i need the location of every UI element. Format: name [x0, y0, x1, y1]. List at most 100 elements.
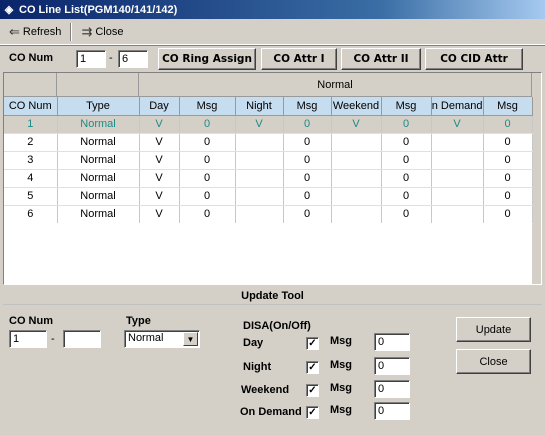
type-cell[interactable]: Normal [57, 205, 140, 224]
disa-weekend-checkbox[interactable]: ✓ [306, 384, 319, 397]
chevron-down-icon[interactable]: ▼ [183, 332, 198, 346]
table-row[interactable]: 5 Normal V 0 0 0 0 [4, 187, 533, 206]
co-cid-attr-button[interactable]: CO CID Attr [425, 48, 523, 70]
day-msg-cell[interactable]: 0 [179, 151, 236, 170]
disa-on-demand-msg-input[interactable]: 0 [374, 402, 410, 420]
weekend-msg-cell[interactable]: 0 [381, 187, 432, 206]
disa-day-msg-input[interactable]: 0 [374, 333, 410, 351]
table-row[interactable]: 6 Normal V 0 0 0 0 [4, 205, 533, 224]
day-msg-cell[interactable]: 0 [179, 187, 236, 206]
update-co-from-input[interactable]: 1 [9, 330, 47, 348]
type-cell[interactable]: Normal [57, 169, 140, 188]
night-cell[interactable] [235, 151, 284, 170]
day-msg-cell[interactable]: 0 [179, 115, 236, 134]
refresh-button[interactable]: ⇐ Refresh [4, 21, 66, 42]
day-cell[interactable]: V [139, 133, 180, 152]
co-attr-i-button[interactable]: CO Attr I [261, 48, 337, 70]
co-num-cell[interactable]: 3 [4, 151, 58, 170]
type-cell[interactable]: Normal [57, 115, 140, 134]
table-row[interactable]: 4 Normal V 0 0 0 0 [4, 169, 533, 188]
disa-day-checkbox[interactable]: ✓ [306, 337, 319, 350]
weekend-msg-cell[interactable]: 0 [381, 133, 432, 152]
on-demand-cell[interactable] [431, 133, 484, 152]
weekend-cell[interactable] [331, 133, 382, 152]
day-cell[interactable]: V [139, 151, 180, 170]
col-header-on-demand[interactable]: On Demand [431, 97, 484, 116]
night-msg-cell[interactable]: 0 [283, 169, 332, 188]
night-msg-cell[interactable]: 0 [283, 205, 332, 224]
co-num-cell[interactable]: 6 [4, 205, 58, 224]
co-num-cell[interactable]: 4 [4, 169, 58, 188]
co-attr-ii-button[interactable]: CO Attr II [341, 48, 421, 70]
col-header-day-msg[interactable]: Msg [179, 97, 236, 116]
day-msg-cell[interactable]: 0 [179, 205, 236, 224]
night-msg-cell[interactable]: 0 [283, 151, 332, 170]
close-toolbar-button[interactable]: ⇉ Close [76, 21, 128, 42]
on-demand-cell[interactable] [431, 205, 484, 224]
co-ring-assign-button[interactable]: CO Ring Assign [158, 48, 256, 70]
col-header-co-num[interactable]: CO Num [4, 97, 58, 116]
weekend-cell[interactable] [331, 187, 382, 206]
weekend-msg-cell[interactable]: 0 [381, 115, 432, 134]
weekend-cell[interactable] [331, 151, 382, 170]
col-header-day[interactable]: Day [139, 97, 180, 116]
on-demand-cell[interactable] [431, 151, 484, 170]
close-button[interactable]: Close [456, 349, 531, 374]
col-header-night[interactable]: Night [235, 97, 284, 116]
night-msg-cell[interactable]: 0 [283, 187, 332, 206]
co-num-cell[interactable]: 1 [4, 115, 58, 134]
night-msg-cell[interactable]: 0 [283, 115, 332, 134]
col-header-weekend[interactable]: Weekend [331, 97, 382, 116]
col-header-on-demand-msg[interactable]: Msg [483, 97, 533, 116]
weekend-cell[interactable] [331, 169, 382, 188]
disa-night-checkbox[interactable]: ✓ [306, 361, 319, 374]
weekend-cell[interactable]: V [331, 115, 382, 134]
on-demand-msg-cell[interactable]: 0 [483, 115, 533, 134]
night-cell[interactable] [235, 133, 284, 152]
weekend-msg-cell[interactable]: 0 [381, 169, 432, 188]
disa-day-label: Day [243, 337, 264, 349]
on-demand-msg-cell[interactable]: 0 [483, 169, 533, 188]
night-cell[interactable] [235, 187, 284, 206]
night-cell[interactable]: V [235, 115, 284, 134]
disa-night-msg-input[interactable]: 0 [374, 357, 410, 375]
weekend-cell[interactable] [331, 205, 382, 224]
disa-weekend-msg-input[interactable]: 0 [374, 380, 410, 398]
on-demand-msg-cell[interactable]: 0 [483, 205, 533, 224]
update-co-to-input[interactable] [63, 330, 101, 348]
day-msg-cell[interactable]: 0 [179, 169, 236, 188]
weekend-msg-cell[interactable]: 0 [381, 205, 432, 224]
table-row[interactable]: 3 Normal V 0 0 0 0 [4, 151, 533, 170]
on-demand-cell[interactable] [431, 187, 484, 206]
night-cell[interactable] [235, 205, 284, 224]
night-cell[interactable] [235, 169, 284, 188]
col-header-type[interactable]: Type [57, 97, 140, 116]
col-header-night-msg[interactable]: Msg [283, 97, 332, 116]
type-cell[interactable]: Normal [57, 133, 140, 152]
co-num-cell[interactable]: 5 [4, 187, 58, 206]
day-cell[interactable]: V [139, 115, 180, 134]
co-num-from-input[interactable]: 1 [76, 50, 106, 68]
on-demand-cell[interactable]: V [431, 115, 484, 134]
on-demand-msg-cell[interactable]: 0 [483, 133, 533, 152]
day-msg-cell[interactable]: 0 [179, 133, 236, 152]
day-cell[interactable]: V [139, 205, 180, 224]
on-demand-msg-cell[interactable]: 0 [483, 187, 533, 206]
disa-on-demand-checkbox[interactable]: ✓ [306, 406, 319, 419]
weekend-msg-cell[interactable]: 0 [381, 151, 432, 170]
table-row[interactable]: 1 Normal V 0 V 0 V 0 V 0 [4, 115, 533, 134]
type-cell[interactable]: Normal [57, 187, 140, 206]
table-row[interactable]: 2 Normal V 0 0 0 0 [4, 133, 533, 152]
co-num-to-input[interactable]: 6 [118, 50, 148, 68]
update-button[interactable]: Update [456, 317, 531, 342]
day-cell[interactable]: V [139, 187, 180, 206]
on-demand-cell[interactable] [431, 169, 484, 188]
type-select[interactable]: Normal ▼ [124, 330, 200, 348]
on-demand-msg-cell[interactable]: 0 [483, 151, 533, 170]
type-cell[interactable]: Normal [57, 151, 140, 170]
night-msg-cell[interactable]: 0 [283, 133, 332, 152]
day-cell[interactable]: V [139, 169, 180, 188]
window-title: CO Line List(PGM140/141/142) [19, 3, 178, 16]
col-header-weekend-msg[interactable]: Msg [381, 97, 432, 116]
co-num-cell[interactable]: 2 [4, 133, 58, 152]
